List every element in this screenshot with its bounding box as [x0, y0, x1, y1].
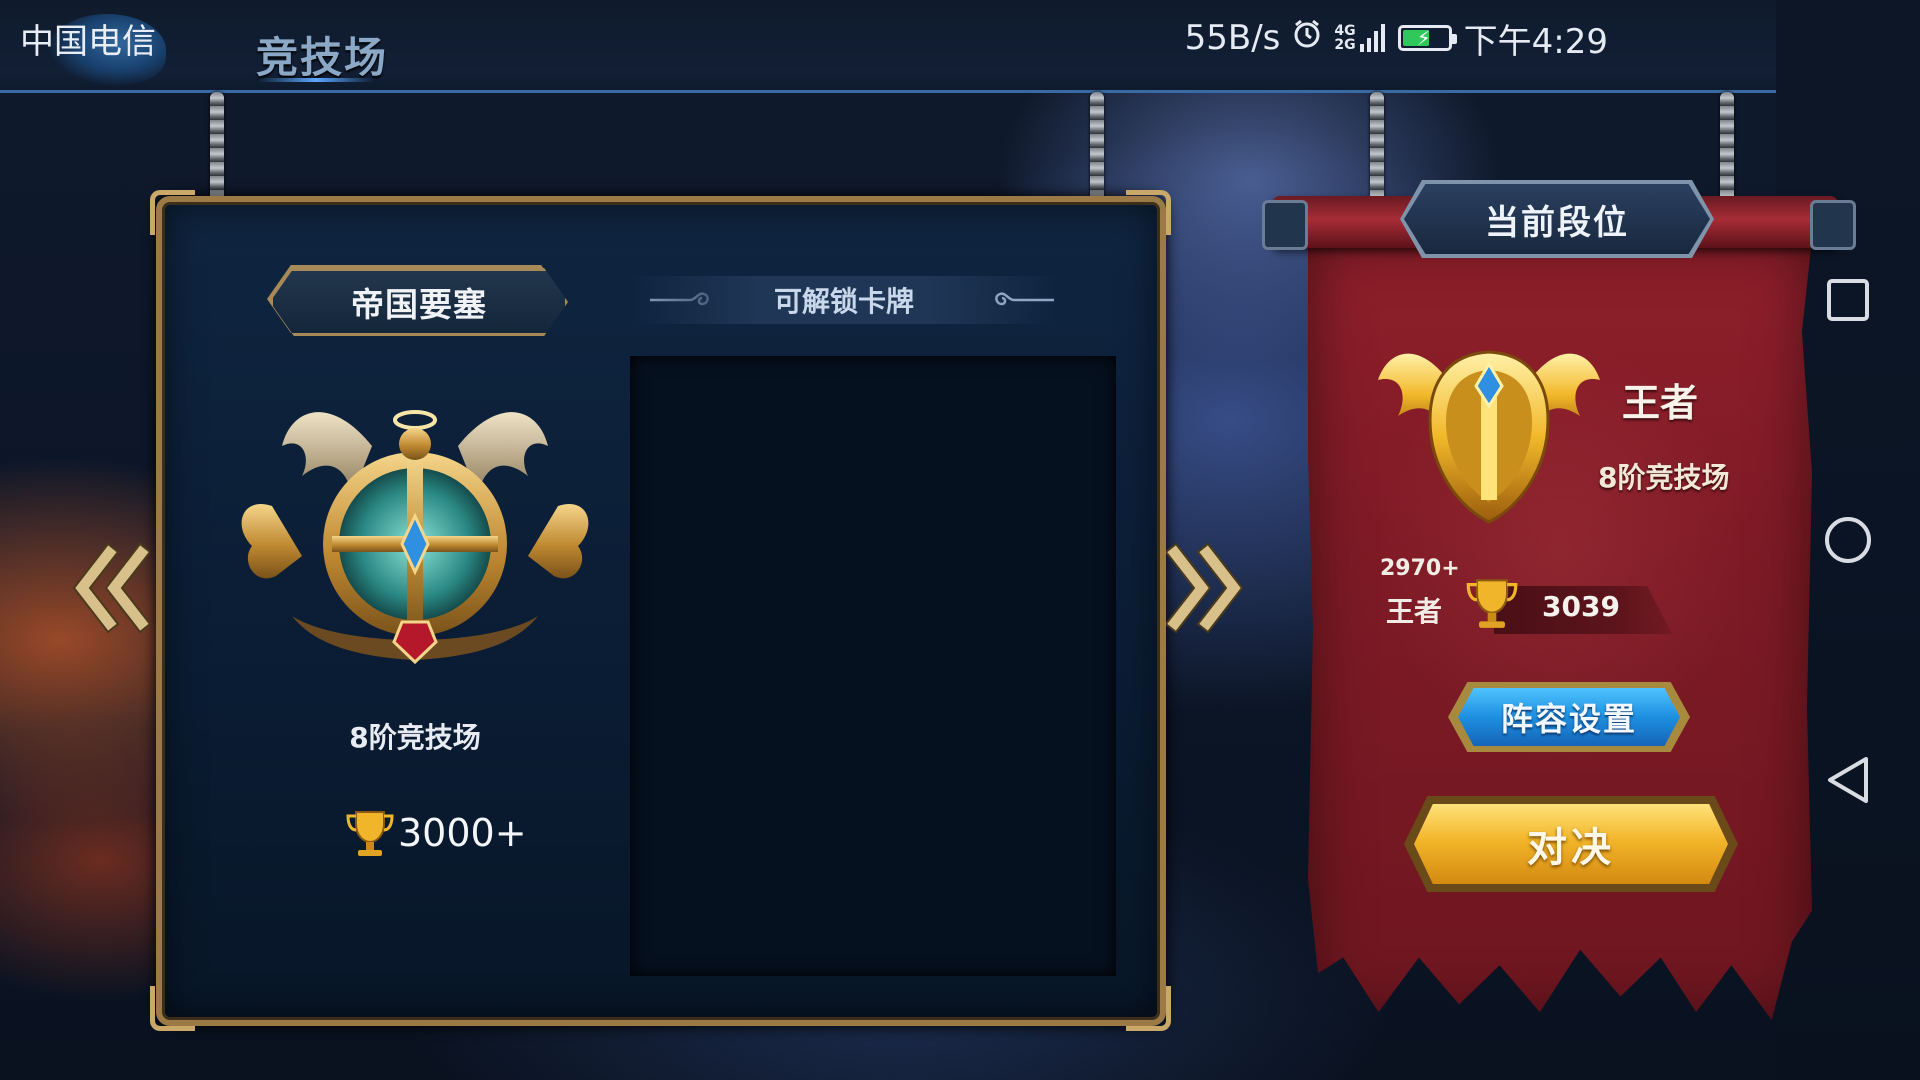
top-bar: 中国电信 竞技场 55B/s 4G 2G ⚡ 下午4:29 [0, 0, 1776, 93]
frame-corner [1126, 986, 1171, 1031]
prev-arena-button[interactable] [60, 538, 150, 638]
status-indicators: 55B/s 4G 2G ⚡ 下午4:29 [1184, 16, 1608, 62]
arena-emblem-icon [241, 410, 589, 665]
rank-header-title: 当前段位 [1404, 184, 1710, 254]
trophy-requirement-value: 3000+ [398, 811, 527, 855]
charging-icon: ⚡ [1416, 26, 1431, 50]
square-icon [1827, 279, 1869, 321]
home-button[interactable] [1812, 504, 1884, 576]
arena-name: 8阶竞技场 [349, 721, 481, 754]
clock: 下午4:29 [1463, 21, 1608, 62]
frame-corner [150, 190, 195, 235]
unlockable-cards-area [630, 356, 1116, 976]
game-screen: 中国电信 竞技场 55B/s 4G 2G ⚡ 下午4:29 帝国要塞 可解锁卡牌… [0, 0, 1920, 1080]
recent-apps-button[interactable] [1812, 264, 1884, 336]
title-underline [258, 78, 374, 82]
network-speed: 55B/s [1184, 18, 1281, 58]
next-rank-name: 王者 [1386, 595, 1443, 628]
back-triangle-icon [1828, 757, 1868, 803]
rank-emblem-icon [1378, 350, 1600, 524]
next-rank-requirement: 2970+ [1380, 556, 1460, 581]
arena-tab-label: 帝国要塞 [270, 268, 568, 336]
duel-button[interactable]: 对决 [1414, 804, 1728, 884]
rank-name: 王者 [1622, 381, 1699, 425]
rank-tier: 8阶竞技场 [1598, 461, 1730, 494]
page-title: 竞技场 [256, 33, 389, 82]
battery-icon: ⚡ [1397, 25, 1457, 51]
trophy-icon [1466, 579, 1518, 628]
next-arena-button[interactable] [1166, 538, 1256, 638]
chain-decoration [1090, 92, 1104, 204]
flourish-right-icon [995, 292, 1054, 306]
rod-cap-right [1810, 200, 1856, 250]
frame-corner [1126, 190, 1171, 235]
signal-label-bottom: 2G [1334, 37, 1356, 53]
lineup-settings-button[interactable]: 阵容设置 [1458, 688, 1680, 746]
circle-icon [1825, 517, 1871, 563]
chain-decoration [1720, 92, 1734, 204]
signal-icon: 4G 2G [1334, 24, 1385, 52]
chain-decoration [1370, 92, 1384, 204]
chain-decoration [210, 92, 224, 204]
signal-label-top: 4G [1334, 23, 1356, 39]
rod-cap-left [1262, 200, 1308, 250]
carrier-name: 中国电信 [20, 22, 156, 62]
arena-trophy-requirement: 3000+ [346, 808, 527, 858]
trophy-icon [346, 811, 394, 856]
frame-corner [150, 986, 195, 1031]
back-button[interactable] [1812, 744, 1884, 816]
alarm-icon [1292, 18, 1322, 58]
trophy-score: 3039 [1542, 590, 1620, 623]
